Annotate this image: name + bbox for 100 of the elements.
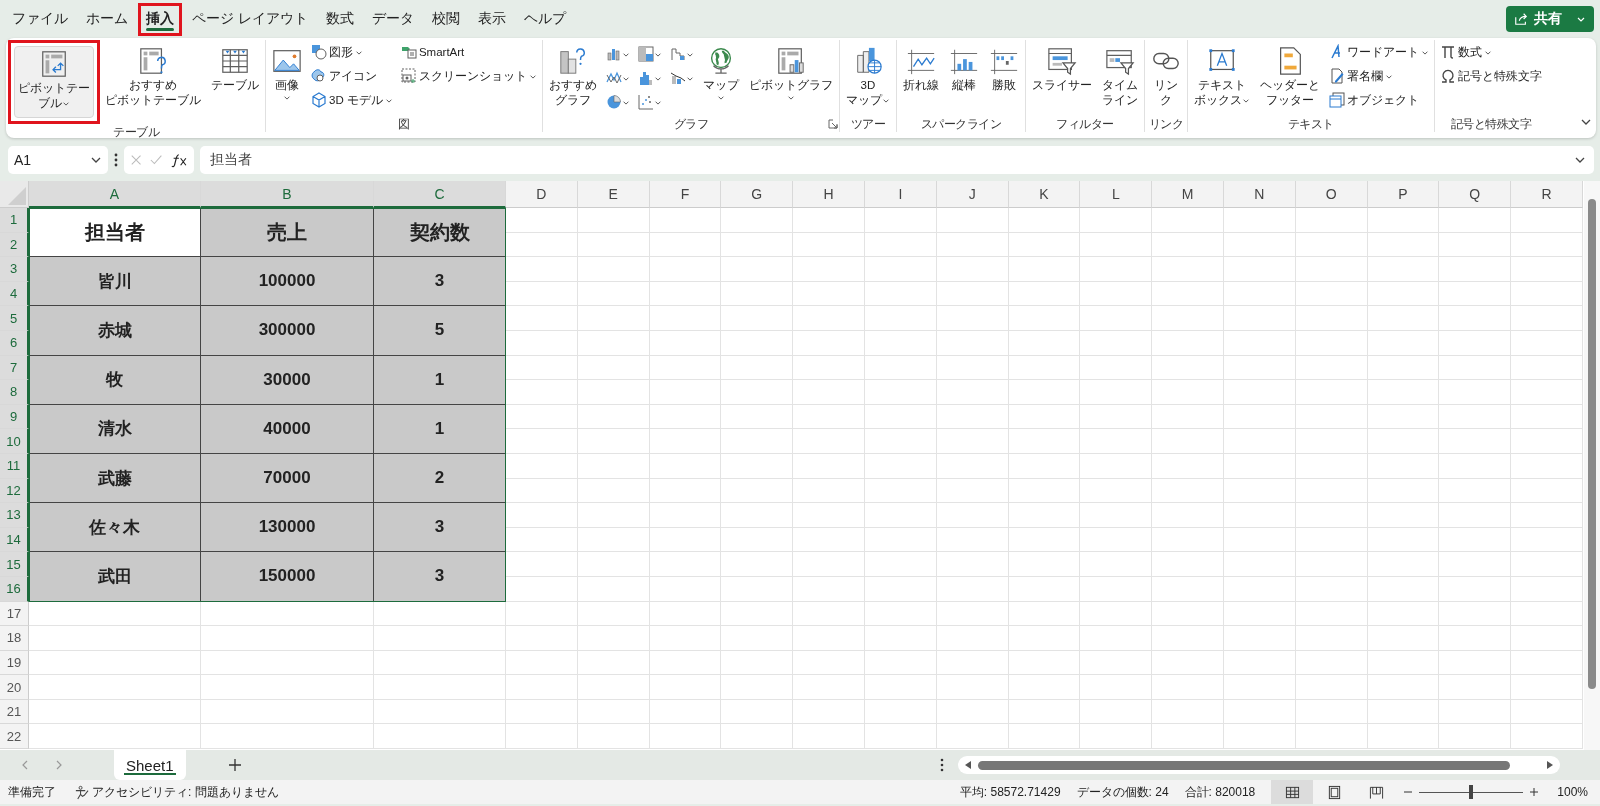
empty-cell[interactable]: [1511, 330, 1583, 356]
horizontal-scrollbar[interactable]: [958, 756, 1560, 774]
empty-cell[interactable]: [577, 724, 650, 750]
empty-cell[interactable]: [721, 576, 794, 602]
empty-cell[interactable]: [721, 306, 794, 331]
empty-cell[interactable]: [721, 552, 794, 577]
empty-cell[interactable]: [1439, 380, 1512, 405]
row-header[interactable]: 18: [0, 626, 29, 651]
empty-cell[interactable]: [1367, 650, 1440, 676]
empty-cell[interactable]: [506, 380, 578, 405]
row-header[interactable]: 16: [0, 576, 29, 602]
empty-cell[interactable]: [506, 552, 578, 577]
empty-cell[interactable]: [793, 576, 865, 602]
empty-cell[interactable]: [1008, 453, 1081, 479]
empty-cell[interactable]: [649, 552, 722, 577]
ribbon-tab[interactable]: 校閲: [423, 2, 468, 36]
empty-cell[interactable]: [1152, 330, 1224, 356]
empty-cell[interactable]: [506, 306, 578, 331]
row-header[interactable]: 21: [0, 699, 29, 725]
empty-cell[interactable]: [1008, 478, 1081, 504]
empty-cell[interactable]: [721, 478, 794, 504]
empty-cell[interactable]: [577, 650, 650, 676]
empty-cell[interactable]: [1152, 675, 1224, 700]
empty-cell[interactable]: [1439, 675, 1512, 700]
empty-cell[interactable]: [865, 675, 937, 700]
ribbon-button[interactable]: 折れ線: [897, 40, 944, 99]
empty-cell[interactable]: [1080, 380, 1153, 405]
empty-cell[interactable]: [721, 208, 794, 233]
empty-cell[interactable]: [1511, 208, 1583, 233]
empty-cell[interactable]: [649, 355, 722, 381]
empty-cell[interactable]: [1439, 699, 1512, 725]
name-box[interactable]: A1: [8, 145, 108, 174]
empty-cell[interactable]: [1295, 380, 1368, 405]
empty-cell[interactable]: [1511, 552, 1583, 577]
empty-cell[interactable]: [793, 281, 865, 307]
empty-cell[interactable]: [1223, 576, 1296, 602]
empty-cell[interactable]: [1152, 601, 1224, 627]
more-icon[interactable]: [114, 152, 118, 167]
empty-cell[interactable]: [577, 503, 650, 528]
empty-cell[interactable]: [1511, 626, 1583, 651]
column-header[interactable]: P: [1367, 181, 1440, 208]
header-cell[interactable]: 担当者: [29, 208, 201, 258]
empty-cell[interactable]: [1008, 626, 1081, 651]
empty-cell[interactable]: [1223, 650, 1296, 676]
empty-cell[interactable]: [1008, 330, 1081, 356]
empty-cell[interactable]: [374, 601, 506, 627]
empty-cell[interactable]: [936, 527, 1009, 553]
ribbon-button[interactable]: 3D モデル: [307, 88, 397, 112]
column-header[interactable]: B: [201, 181, 374, 208]
row-header[interactable]: 1: [0, 208, 29, 233]
empty-cell[interactable]: [1080, 724, 1153, 750]
empty-cell[interactable]: [1008, 527, 1081, 553]
empty-cell[interactable]: [506, 724, 578, 750]
empty-cell[interactable]: [865, 281, 937, 307]
empty-cell[interactable]: [936, 232, 1009, 258]
empty-cell[interactable]: [793, 208, 865, 233]
row-header[interactable]: 17: [0, 601, 29, 627]
ribbon-tab[interactable]: ページ レイアウト: [184, 2, 316, 36]
empty-cell[interactable]: [506, 453, 578, 479]
row-header[interactable]: 15: [0, 552, 29, 577]
row-header[interactable]: 12: [0, 478, 29, 504]
zoom-level[interactable]: 100%: [1557, 785, 1588, 799]
empty-cell[interactable]: [1223, 330, 1296, 356]
empty-cell[interactable]: [1008, 699, 1081, 725]
ribbon-button[interactable]: 署名欄: [1324, 64, 1433, 88]
empty-cell[interactable]: [1223, 601, 1296, 627]
empty-cell[interactable]: [577, 330, 650, 356]
column-header[interactable]: M: [1152, 181, 1224, 208]
ribbon-button[interactable]: 図形: [307, 40, 397, 64]
ribbon-button[interactable]: スクリーンショット: [396, 64, 541, 88]
empty-cell[interactable]: [1152, 355, 1224, 381]
empty-cell[interactable]: [936, 699, 1009, 725]
empty-cell[interactable]: [1152, 576, 1224, 602]
row-header[interactable]: 2: [0, 232, 29, 258]
ribbon-button[interactable]: おすすめ グラフ: [543, 40, 602, 114]
empty-cell[interactable]: [936, 650, 1009, 676]
ribbon-button[interactable]: ピボットテー ブル: [8, 40, 100, 124]
empty-cell[interactable]: [649, 675, 722, 700]
empty-cell[interactable]: [577, 380, 650, 405]
empty-cell[interactable]: [1223, 552, 1296, 577]
empty-cell[interactable]: [1152, 626, 1224, 651]
empty-cell[interactable]: [721, 699, 794, 725]
empty-cell[interactable]: [721, 355, 794, 381]
empty-cell[interactable]: [1008, 380, 1081, 405]
empty-cell[interactable]: [936, 503, 1009, 528]
empty-cell[interactable]: [1152, 208, 1224, 233]
empty-cell[interactable]: [1511, 453, 1583, 479]
empty-cell[interactable]: [936, 355, 1009, 381]
column-header[interactable]: H: [793, 181, 865, 208]
empty-cell[interactable]: [506, 503, 578, 528]
empty-cell[interactable]: [1008, 503, 1081, 528]
empty-cell[interactable]: [506, 429, 578, 454]
add-sheet-icon[interactable]: [227, 758, 242, 772]
empty-cell[interactable]: [721, 453, 794, 479]
empty-cell[interactable]: [936, 576, 1009, 602]
empty-cell[interactable]: [865, 650, 937, 676]
empty-cell[interactable]: [1367, 330, 1440, 356]
empty-cell[interactable]: [1008, 576, 1081, 602]
empty-cell[interactable]: [1295, 699, 1368, 725]
empty-cell[interactable]: [1511, 257, 1583, 282]
